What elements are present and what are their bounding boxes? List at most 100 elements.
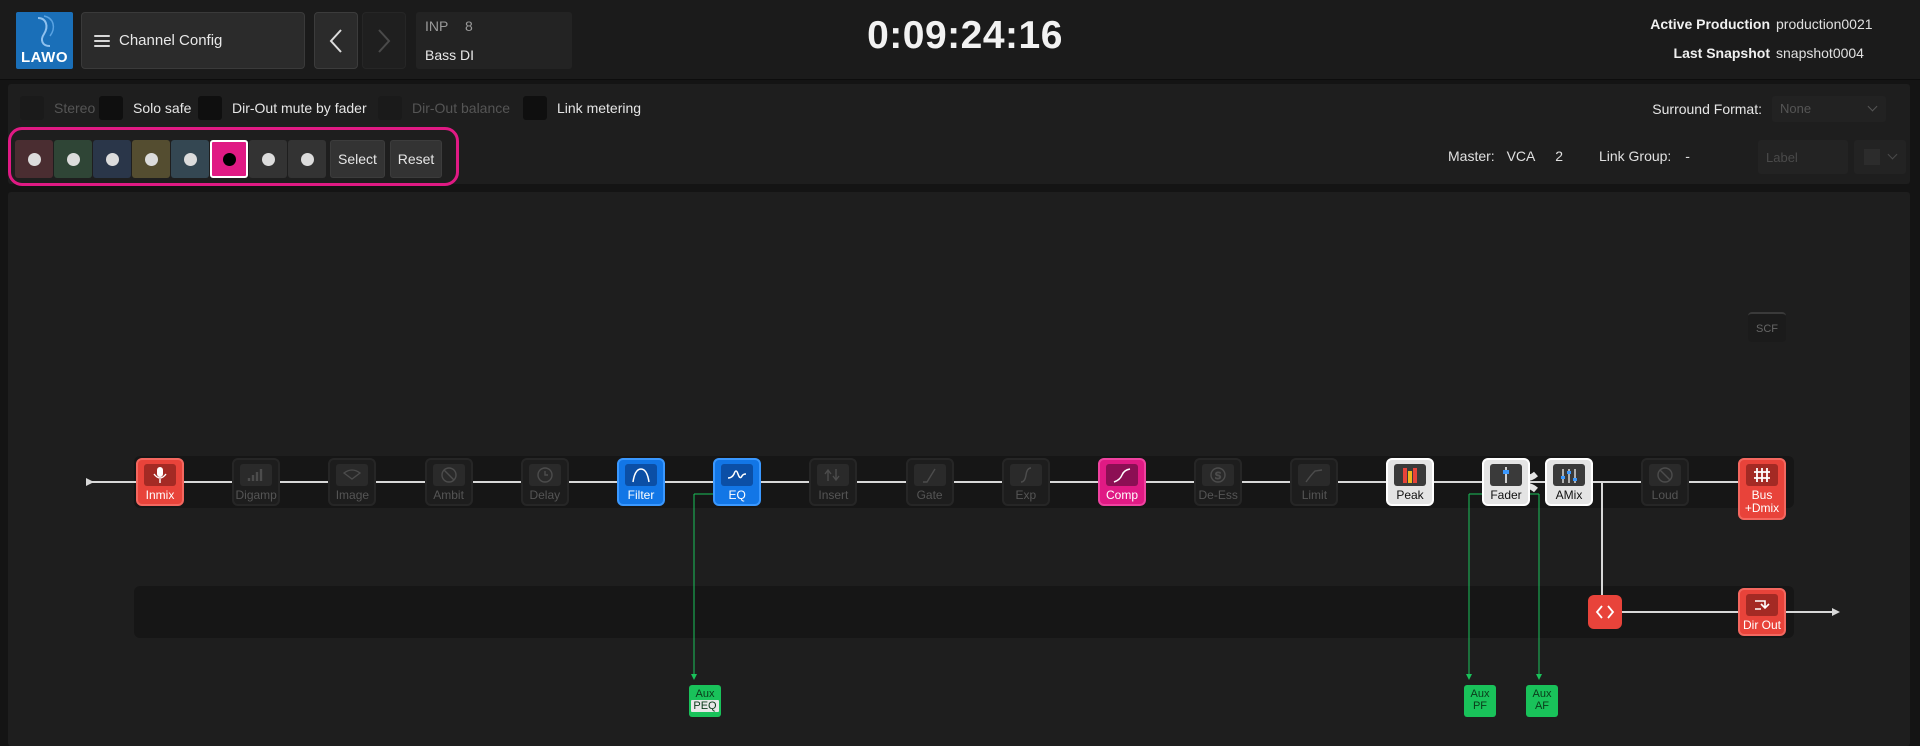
solo-safe-checkbox[interactable] bbox=[99, 96, 123, 120]
surround-format-label: Surround Format: bbox=[1652, 101, 1762, 117]
color-dot-icon bbox=[301, 153, 314, 166]
loudness-icon bbox=[1654, 465, 1676, 485]
vca-label: VCA bbox=[1506, 148, 1536, 164]
dir-out-label: Dir Out bbox=[1742, 618, 1781, 632]
dir-out-module[interactable]: Dir Out bbox=[1738, 588, 1786, 636]
surround-format-select[interactable]: None bbox=[1772, 96, 1886, 122]
channel-name: Bass DI bbox=[425, 47, 475, 63]
production-info: Active Production production0021 Last Sna… bbox=[1650, 16, 1880, 74]
clock-icon bbox=[534, 465, 556, 485]
loud-module[interactable]: Loud bbox=[1641, 458, 1689, 506]
channel-options-panel: Stereo Solo safe Dir-Out mute by fader D… bbox=[8, 84, 1910, 186]
color-swatch-7[interactable] bbox=[249, 140, 287, 178]
dir-out-mute-option[interactable]: Dir-Out mute by fader bbox=[198, 96, 367, 120]
bus-dmix-module[interactable]: Bus +Dmix bbox=[1738, 458, 1786, 520]
fader-icon bbox=[1495, 465, 1517, 485]
dir-out-mute-checkbox[interactable] bbox=[198, 96, 222, 120]
color-dot-icon bbox=[184, 153, 197, 166]
color-swatch-8[interactable] bbox=[288, 140, 326, 178]
dir-out-balance-label: Dir-Out balance bbox=[412, 100, 511, 116]
link-metering-option[interactable]: Link metering bbox=[523, 96, 641, 120]
channel-color-selector: Select Reset bbox=[8, 127, 459, 186]
channel-number: 8 bbox=[465, 18, 473, 34]
color-dot-icon bbox=[145, 153, 158, 166]
direct-out-icon bbox=[1751, 595, 1773, 615]
active-production-value: production0021 bbox=[1776, 16, 1873, 32]
dir-out-balance-option[interactable]: Dir-Out balance bbox=[378, 96, 510, 120]
solo-safe-option[interactable]: Solo safe bbox=[99, 96, 191, 120]
module-label: Image bbox=[335, 488, 370, 502]
module-label: AMix bbox=[1555, 488, 1583, 502]
aux-af-label-2: AF bbox=[1534, 700, 1550, 712]
module-label: Gate bbox=[916, 488, 943, 502]
code-brackets-icon bbox=[1595, 605, 1615, 619]
aux-pf-arrow-icon bbox=[1466, 674, 1472, 680]
eq-icon bbox=[726, 465, 748, 485]
previous-channel-button[interactable] bbox=[314, 12, 358, 69]
filter-icon bbox=[630, 465, 652, 485]
exp-module[interactable]: Exp bbox=[1001, 458, 1050, 506]
eq-module[interactable]: EQ bbox=[713, 458, 762, 506]
logo-text: LAWO bbox=[21, 49, 68, 66]
channel-type: INP bbox=[425, 18, 449, 34]
scf-module[interactable]: SCF bbox=[1748, 312, 1786, 342]
image-module[interactable]: Image bbox=[328, 458, 377, 506]
peak-module[interactable]: Peak bbox=[1386, 458, 1434, 506]
module-label: Exp bbox=[1015, 488, 1037, 502]
gate-module[interactable]: Gate bbox=[905, 458, 954, 506]
link-metering-checkbox[interactable] bbox=[523, 96, 547, 120]
module-label: De-Ess bbox=[1198, 488, 1238, 502]
aux-af-module[interactable]: Aux AF bbox=[1526, 685, 1558, 717]
aux-pf-module[interactable]: Aux PF bbox=[1464, 685, 1496, 717]
digamp-icon bbox=[245, 465, 267, 485]
color-swatch-1[interactable] bbox=[15, 140, 53, 178]
label-input[interactable]: Label bbox=[1758, 140, 1848, 174]
channel-display: INP 8 Bass DI bbox=[416, 12, 572, 69]
amix-module[interactable]: AMix bbox=[1545, 458, 1593, 506]
insert-module[interactable]: Insert bbox=[809, 458, 858, 506]
color-dot-icon bbox=[67, 153, 80, 166]
aux-peq-module[interactable]: Aux PEQ bbox=[689, 685, 721, 717]
direct-out-split-button[interactable] bbox=[1588, 595, 1622, 629]
master-label: Master: bbox=[1448, 148, 1495, 164]
module-label: Digamp bbox=[235, 488, 277, 502]
label-color-dropdown[interactable] bbox=[1854, 140, 1906, 174]
peak-meter-icon bbox=[1399, 465, 1421, 485]
link-group-value[interactable]: - bbox=[1685, 148, 1690, 164]
comp-module[interactable]: Comp bbox=[1098, 458, 1146, 506]
module-label: Filter bbox=[627, 488, 655, 502]
lawo-logo: LAWO bbox=[16, 12, 73, 69]
module-label: Insert bbox=[818, 488, 849, 502]
delay-module[interactable]: Delay bbox=[520, 458, 569, 506]
filter-module[interactable]: Filter bbox=[617, 458, 665, 506]
vca-value[interactable]: 2 bbox=[1555, 148, 1563, 164]
scf-label: SCF bbox=[1756, 323, 1778, 335]
color-swatch-4[interactable] bbox=[132, 140, 170, 178]
color-swatch-3[interactable] bbox=[93, 140, 131, 178]
compressor-icon bbox=[1111, 465, 1133, 485]
module-label: Peak bbox=[1396, 488, 1424, 502]
chevron-left-icon bbox=[329, 28, 342, 53]
active-production-row: Active Production production0021 bbox=[1650, 16, 1880, 45]
color-swatch-2[interactable] bbox=[54, 140, 92, 178]
de-ess-module[interactable]: S De-Ess bbox=[1194, 458, 1243, 506]
hamburger-menu-icon bbox=[94, 34, 110, 47]
channel-config-menu-button[interactable]: Channel Config bbox=[81, 12, 305, 69]
stereo-checkbox[interactable] bbox=[20, 96, 44, 120]
reset-color-button[interactable]: Reset bbox=[390, 140, 442, 178]
limit-module[interactable]: Limit bbox=[1290, 458, 1339, 506]
dir-out-balance-checkbox[interactable] bbox=[378, 96, 402, 120]
select-color-button[interactable]: Select bbox=[330, 140, 385, 178]
ambit-icon bbox=[438, 465, 460, 485]
digamp-module[interactable]: Digamp bbox=[232, 458, 281, 506]
ambit-module[interactable]: Ambit bbox=[424, 458, 473, 506]
color-dot-icon bbox=[262, 153, 275, 166]
fader-module[interactable]: Fader bbox=[1482, 458, 1530, 506]
inmix-module[interactable]: Inmix bbox=[136, 458, 184, 506]
color-swatch-6[interactable] bbox=[210, 140, 248, 178]
color-swatch-5[interactable] bbox=[171, 140, 209, 178]
module-label: EQ bbox=[728, 488, 746, 502]
next-channel-button[interactable] bbox=[362, 12, 406, 69]
module-label: Comp bbox=[1105, 488, 1138, 502]
stereo-option[interactable]: Stereo bbox=[20, 96, 95, 120]
